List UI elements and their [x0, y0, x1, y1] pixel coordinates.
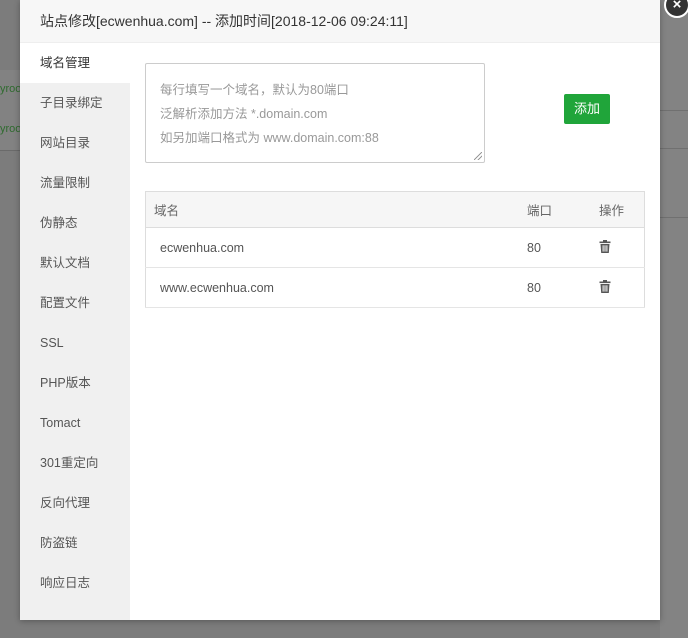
- domain-table: 域名 端口 操作 ecwenhua.com 80 www.ecwenhua.co…: [145, 191, 645, 308]
- placeholder-line: 如另加端口格式为 www.domain.com:88: [160, 131, 379, 145]
- sidebar-item-subdirectory-binding[interactable]: 子目录绑定: [20, 83, 130, 123]
- domain-cell: ecwenhua.com: [145, 227, 526, 268]
- resize-handle-icon[interactable]: [474, 152, 482, 160]
- column-header-port: 端口: [526, 191, 598, 228]
- table-row: www.ecwenhua.com 80: [145, 267, 645, 308]
- column-header-domain: 域名: [145, 191, 526, 228]
- sidebar-item-config-file[interactable]: 配置文件: [20, 283, 130, 323]
- domain-cell: www.ecwenhua.com: [145, 267, 526, 308]
- background-divider: [660, 148, 688, 149]
- sidebar-item-301-redirect[interactable]: 301重定向: [20, 443, 130, 483]
- port-cell: 80: [526, 227, 598, 268]
- background-divider: [660, 217, 688, 218]
- sidebar-item-traffic-limit[interactable]: 流量限制: [20, 163, 130, 203]
- table-header-row: 域名 端口 操作: [145, 191, 645, 228]
- sidebar-item-reverse-proxy[interactable]: 反向代理: [20, 483, 130, 523]
- site-edit-dialog: 站点修改[ecwenhua.com] -- 添加时间[2018-12-06 09…: [20, 0, 688, 620]
- background-divider: [660, 110, 688, 111]
- sidebar-item-tomcat[interactable]: Tomact: [20, 403, 130, 443]
- sidebar-item-php-version[interactable]: PHP版本: [20, 363, 130, 403]
- table-row: ecwenhua.com 80: [145, 227, 645, 268]
- close-icon: ×: [672, 0, 682, 13]
- placeholder-line: 泛解析添加方法 *.domain.com: [160, 107, 328, 121]
- domain-textarea[interactable]: 每行填写一个域名，默认为80端口 泛解析添加方法 *.domain.com 如另…: [145, 63, 485, 163]
- delete-trash-icon[interactable]: [599, 279, 611, 296]
- background-row-text: yroo: [0, 83, 20, 95]
- column-header-action: 操作: [598, 191, 645, 228]
- background-right-panel: [660, 0, 688, 638]
- sidebar-item-site-directory[interactable]: 网站目录: [20, 123, 130, 163]
- sidebar-item-response-log[interactable]: 响应日志: [20, 563, 130, 603]
- sidebar-item-default-document[interactable]: 默认文档: [20, 243, 130, 283]
- sidebar-item-hotlink-protection[interactable]: 防盗链: [20, 523, 130, 563]
- domain-management-panel: 每行填写一个域名，默认为80端口 泛解析添加方法 *.domain.com 如另…: [130, 43, 660, 620]
- dialog-title: 站点修改[ecwenhua.com] -- 添加时间[2018-12-06 09…: [20, 0, 660, 43]
- delete-trash-icon[interactable]: [599, 239, 611, 256]
- sidebar-menu: 域名管理 子目录绑定 网站目录 流量限制 伪静态 默认文档 配置文件 SSL P…: [20, 43, 130, 620]
- background-row-text: yroo: [0, 123, 20, 135]
- port-cell: 80: [526, 267, 598, 308]
- add-domain-button[interactable]: 添加: [564, 94, 610, 124]
- action-cell: [598, 227, 645, 268]
- action-cell: [598, 267, 645, 308]
- sidebar-item-ssl[interactable]: SSL: [20, 323, 130, 363]
- placeholder-line: 每行填写一个域名，默认为80端口: [160, 83, 349, 97]
- sidebar-item-rewrite[interactable]: 伪静态: [20, 203, 130, 243]
- sidebar-item-domain-management[interactable]: 域名管理: [20, 43, 130, 83]
